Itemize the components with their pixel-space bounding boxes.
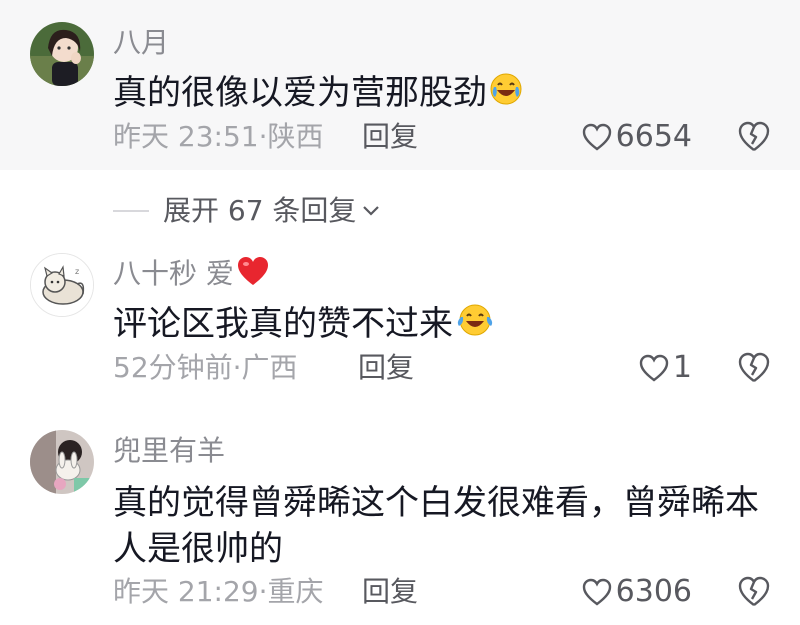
dislike-button[interactable] <box>737 120 771 154</box>
like-button[interactable]: 1 <box>639 351 692 385</box>
username[interactable]: 兜里有羊 <box>113 434 225 468</box>
location: 广西 <box>241 351 298 384</box>
avatar[interactable] <box>30 22 94 86</box>
heart-outline-icon <box>582 578 611 606</box>
like-count: 6306 <box>615 574 692 609</box>
avatar[interactable] <box>30 430 94 494</box>
username[interactable]: 八月 <box>113 26 169 60</box>
username[interactable]: 八十秒 爱 <box>113 255 270 295</box>
like-button[interactable]: 6654 <box>582 120 692 154</box>
comment-item: 八月 真的很像以爱为营那股劲 昨天 23:51·陕西 回复 6654 <box>0 0 800 170</box>
location: 陕西 <box>267 120 324 153</box>
broken-heart-icon <box>738 121 770 151</box>
reply-button[interactable]: 回复 <box>362 575 418 609</box>
timestamp: 昨天 21:29 <box>113 575 259 608</box>
heart-outline-icon <box>639 354 669 382</box>
like-button[interactable]: 6306 <box>582 575 692 609</box>
broken-heart-icon <box>738 576 770 606</box>
red-heart-emoji <box>236 255 270 295</box>
location: 重庆 <box>267 575 324 608</box>
chevron-down-icon <box>363 206 380 216</box>
comment-item: z 八十秒 爱 评论区我真的赞不过来 52分钟前·广西 回复 1 <box>0 245 800 395</box>
broken-heart-icon <box>738 352 770 382</box>
svg-text:z: z <box>75 267 79 276</box>
like-count: 6654 <box>615 119 692 154</box>
expand-replies-button[interactable]: 展开 67 条回复 <box>113 194 380 228</box>
comment-meta: 昨天 23:51·陕西 <box>113 120 324 153</box>
comment-meta: 52分钟前·广西 <box>113 351 298 384</box>
dislike-button[interactable] <box>737 575 771 609</box>
comment-item: 兜里有羊 真的觉得曾舜晞这个白发很难看，曾舜晞本人是很帅的 昨天 21:29·重… <box>0 420 800 625</box>
comment-text: 真的很像以爱为营那股劲 <box>113 70 763 118</box>
heart-outline-icon <box>582 123 611 151</box>
comment-list: 八月 真的很像以爱为营那股劲 昨天 23:51·陕西 回复 6654 展开 67… <box>0 0 800 625</box>
reply-button[interactable]: 回复 <box>362 120 418 154</box>
divider <box>113 210 149 212</box>
laughing-crying-emoji <box>455 303 495 349</box>
comment-meta: 昨天 21:29·重庆 <box>113 575 324 608</box>
avatar[interactable]: z <box>30 253 94 317</box>
timestamp: 52分钟前 <box>113 351 233 384</box>
timestamp: 昨天 23:51 <box>113 120 259 153</box>
laughing-crying-emoji <box>489 72 523 118</box>
dislike-button[interactable] <box>737 351 771 385</box>
comment-text: 评论区我真的赞不过来 <box>113 301 763 349</box>
like-count: 1 <box>672 350 692 385</box>
reply-button[interactable]: 回复 <box>358 351 414 385</box>
comment-text: 真的觉得曾舜晞这个白发很难看，曾舜晞本人是很帅的 <box>113 483 759 569</box>
